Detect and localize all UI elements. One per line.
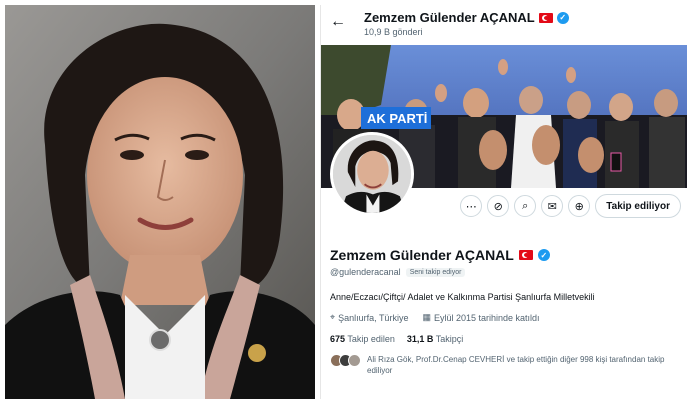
location-pin-icon: ⌖ [330,312,336,322]
followers-count: 31,1 B [406,334,434,344]
known-followers-avatars [330,354,361,376]
joined-item: ▦ Eylül 2015 tarihinde katıldı [422,312,539,323]
following-link[interactable]: 675 Takip edilen [330,334,395,344]
topbar-name: Zemzem Gülender AÇANAL ✓ [364,10,569,25]
following-label: Takip edilen [347,334,395,344]
profile-bio: Anne/Eczacı/Çiftçi/ Adalet ve Kalkınma P… [330,292,595,302]
portrait-photo [5,5,315,399]
screenshot-frame: ← Zemzem Gülender AÇANAL ✓ 10,9 B gönder… [0,0,692,404]
notify-icon[interactable]: ⊕ [568,195,591,217]
profile-meta: ⌖ Şanlıurfa, Türkiye ▦ Eylül 2015 tarihi… [330,312,540,323]
profile-topbar: ← Zemzem Gülender AÇANAL ✓ 10,9 B gönder… [321,5,687,43]
profile-panel: ← Zemzem Gülender AÇANAL ✓ 10,9 B gönder… [320,5,687,399]
follow-counts: 675 Takip edilen 31,1 B Takipçi [330,334,463,344]
turkey-flag-icon [538,12,553,23]
following-count: 675 [330,334,346,344]
verified-badge-icon[interactable]: ✓ [537,249,550,261]
known-followers[interactable]: Ali Rıza Gök, Prof.Dr.Cenap CEVHERİ ve t… [330,354,680,376]
grok-icon[interactable]: ⊘ [487,195,510,217]
profile-name-row: Zemzem Gülender AÇANAL ✓ [330,247,550,263]
avatar [348,354,361,367]
profile-name: Zemzem Gülender AÇANAL [330,247,514,263]
message-icon[interactable]: ✉ [541,195,564,217]
followers-label: Takipçi [435,334,464,344]
profile-actions: ⋯ ⊘ ⌕ ✉ ⊕ Takip ediliyor [460,194,681,218]
turkey-flag-icon [518,250,533,260]
topbar-name-text: Zemzem Gülender AÇANAL [364,10,535,25]
banner-sign-text: AK PARTİ [367,111,427,126]
followers-link[interactable]: 31,1 B Takipçi [407,334,463,344]
profile-handle: @gulenderacanal [330,267,401,277]
following-button[interactable]: Takip ediliyor [595,194,681,218]
follows-you-badge: Seni takip ediyor [405,267,466,277]
search-icon[interactable]: ⌕ [514,195,537,217]
back-arrow-icon[interactable]: ← [329,13,347,31]
location-text: Şanlıurfa, Türkiye [338,312,409,323]
more-icon[interactable]: ⋯ [460,195,483,217]
verified-badge-icon: ✓ [556,11,569,24]
location-item: ⌖ Şanlıurfa, Türkiye [330,312,408,323]
handle-row: @gulenderacanal Seni takip ediyor [330,267,466,277]
known-followers-text: Ali Rıza Gök, Prof.Dr.Cenap CEVHERİ ve t… [367,355,665,375]
joined-text: Eylül 2015 tarihinde katıldı [433,312,540,323]
posts-count: 10,9 B gönderi [364,27,423,37]
profile-avatar[interactable] [330,132,414,216]
calendar-icon: ▦ [422,312,431,322]
